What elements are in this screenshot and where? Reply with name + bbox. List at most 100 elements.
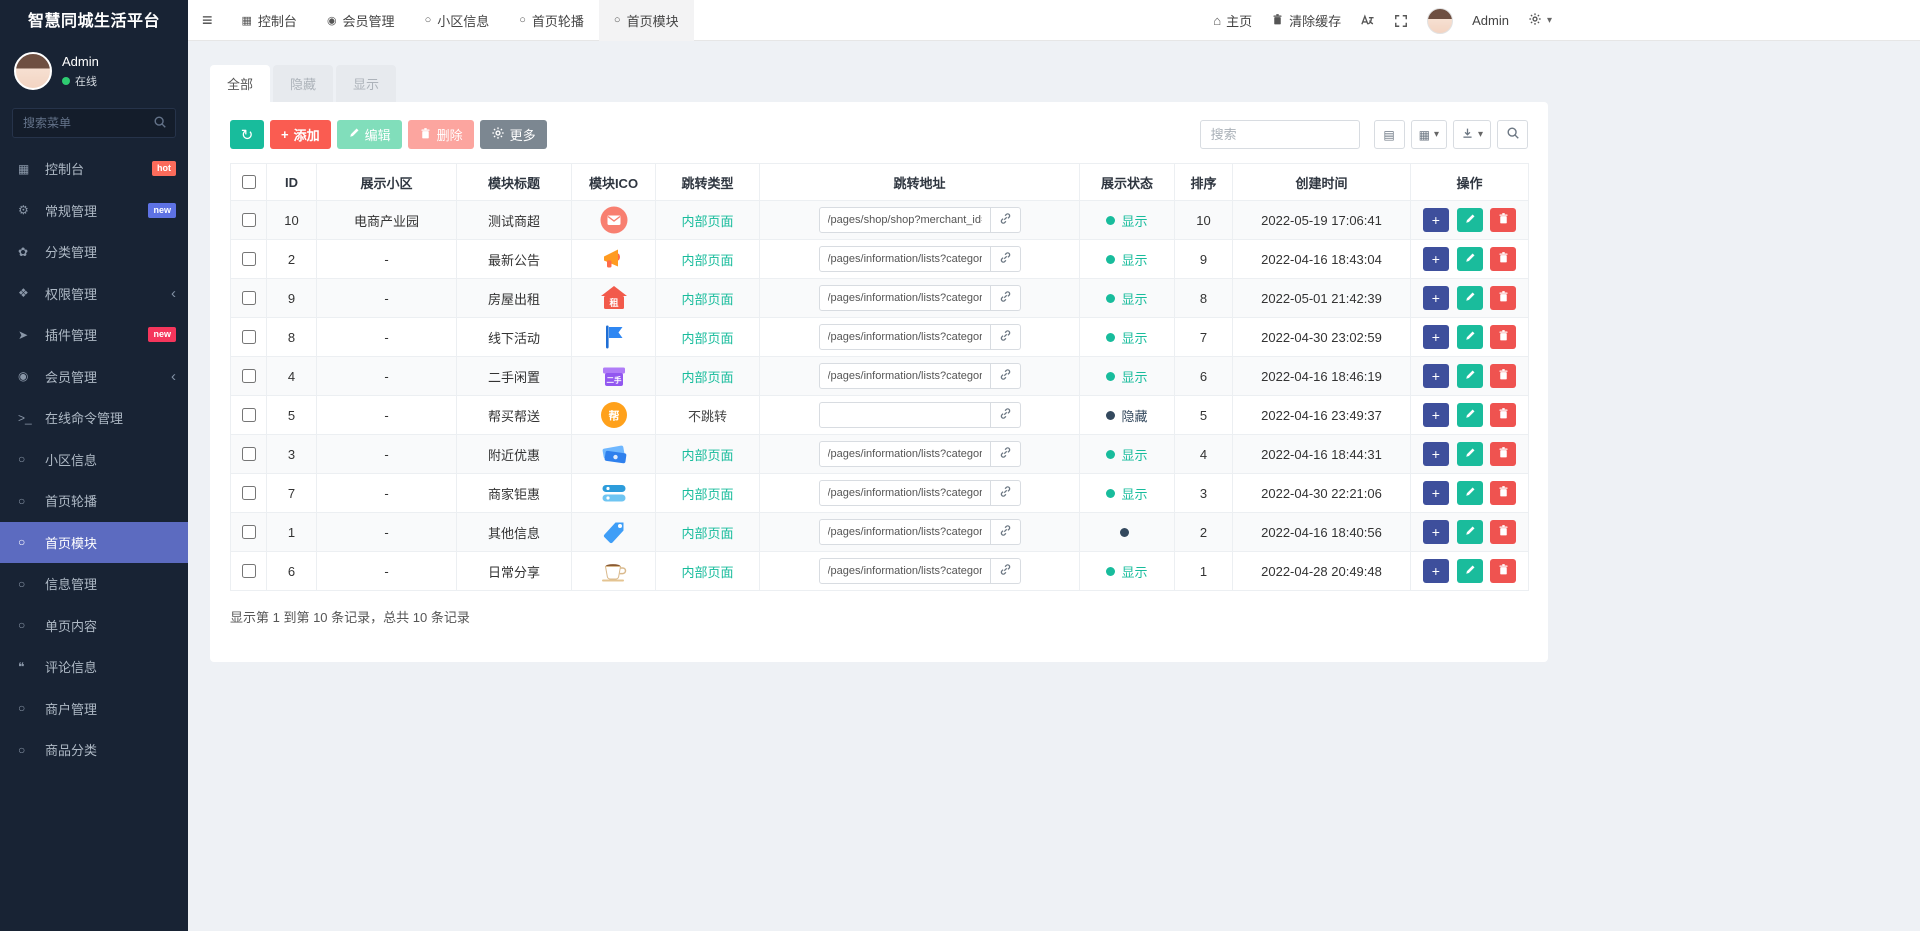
topbar-tab[interactable]: ○ 首页轮播 [504,0,599,41]
refresh-button[interactable]: ↻ [230,120,264,149]
table-row[interactable]: 7 - 商家钜惠 内部页面 显示 3 2022-04-30 22:21:06 + [230,473,1529,513]
export-dropdown-button[interactable]: ▾ [1452,120,1491,149]
row-checkbox[interactable] [242,408,256,422]
column-header[interactable]: 操作 [1410,163,1529,201]
row-delete-button[interactable] [1490,208,1517,232]
search-toggle-button[interactable] [1497,120,1528,149]
sidebar-item[interactable]: ○ 信息管理 [0,563,188,605]
jump-url-input[interactable] [818,519,991,545]
row-edit-button[interactable] [1456,481,1483,505]
edit-button[interactable]: 编辑 [336,120,402,149]
sidebar-item[interactable]: ○ 单页内容 [0,605,188,647]
sidebar-item[interactable]: ○ 商户管理 [0,688,188,730]
row-add-button[interactable]: + [1422,364,1449,388]
row-checkbox[interactable] [242,447,256,461]
jump-url-input[interactable] [818,207,991,233]
row-edit-button[interactable] [1456,364,1483,388]
row-add-button[interactable]: + [1422,247,1449,271]
link-button[interactable] [990,558,1021,584]
column-header[interactable]: 展示状态 [1079,163,1175,201]
column-header[interactable]: 模块标题 [456,163,572,201]
sidebar-item[interactable]: ⚙ 常规管理 new [0,190,188,232]
sidebar-item[interactable]: ○ 首页轮播 [0,480,188,522]
column-header[interactable]: 跳转地址 [759,163,1080,201]
jump-url-input[interactable] [818,246,991,272]
jump-url-input[interactable] [818,480,991,506]
row-checkbox[interactable] [242,252,256,266]
delete-button[interactable]: 删除 [407,120,474,149]
table-row[interactable]: 1 - 其他信息 内部页面 2 2022-04-16 18:40:56 + [230,512,1529,552]
sidebar-item[interactable]: ➤ 插件管理 new [0,314,188,356]
more-button[interactable]: 更多 [479,120,547,149]
filter-tab[interactable]: 全部 [210,65,271,102]
link-button[interactable] [990,285,1021,311]
fullscreen-icon[interactable] [1394,14,1408,28]
jump-url-input[interactable] [818,324,991,350]
column-header[interactable]: 创建时间 [1232,163,1411,201]
row-checkbox[interactable] [242,564,256,578]
row-delete-button[interactable] [1490,286,1517,310]
link-button[interactable] [990,441,1021,467]
row-delete-button[interactable] [1490,364,1517,388]
jump-url-input[interactable] [818,558,991,584]
table-row[interactable]: 9 - 房屋出租 租 内部页面 显示 8 2022-05-01 21:42:39… [230,278,1529,318]
table-row[interactable]: 5 - 帮买帮送 帮 不跳转 隐藏 5 2022-04-16 23:49:37 … [230,395,1529,435]
link-button[interactable] [990,207,1021,233]
filter-tab[interactable]: 隐藏 [273,65,334,102]
link-button[interactable] [990,402,1021,428]
table-row[interactable]: 8 - 线下活动 内部页面 显示 7 2022-04-30 23:02:59 + [230,317,1529,357]
row-checkbox[interactable] [242,369,256,383]
add-button[interactable]: + 添加 [270,120,331,149]
row-checkbox[interactable] [242,486,256,500]
column-header[interactable]: 排序 [1174,163,1233,201]
topbar-username[interactable]: Admin [1472,13,1509,28]
row-delete-button[interactable] [1490,442,1517,466]
sidebar-item[interactable]: ❖ 权限管理 ‹ [0,273,188,315]
row-delete-button[interactable] [1490,520,1517,544]
row-edit-button[interactable] [1456,247,1483,271]
link-button[interactable] [990,246,1021,272]
table-row[interactable]: 10 电商产业园 测试商超 内部页面 显示 10 2022-05-19 17:0… [230,200,1529,240]
table-row[interactable]: 3 - 附近优惠 内部页面 显示 4 2022-04-16 18:44:31 + [230,434,1529,474]
settings-gear-icon[interactable]: ▾ [1528,12,1552,29]
row-add-button[interactable]: + [1422,520,1449,544]
row-delete-button[interactable] [1490,403,1517,427]
topbar-tab[interactable]: ▦ 控制台 [227,0,312,41]
row-checkbox[interactable] [242,213,256,227]
sidebar-item[interactable]: >_ 在线命令管理 [0,397,188,439]
columns-dropdown-button[interactable]: ▦ ▾ [1410,120,1447,149]
row-delete-button[interactable] [1490,559,1517,583]
table-row[interactable]: 6 - 日常分享 内部页面 显示 1 2022-04-28 20:49:48 + [230,551,1529,591]
language-icon[interactable] [1360,13,1375,28]
user-avatar[interactable] [14,52,52,90]
table-search-input[interactable] [1199,120,1360,149]
link-button[interactable] [990,324,1021,350]
column-header[interactable]: 跳转类型 [655,163,760,201]
column-header[interactable]: 模块ICO [571,163,656,201]
row-add-button[interactable]: + [1422,325,1449,349]
row-edit-button[interactable] [1456,208,1483,232]
column-header[interactable]: ID [266,163,317,201]
row-edit-button[interactable] [1456,286,1483,310]
sidebar-item[interactable]: ○ 首页模块 [0,521,188,563]
filter-tab[interactable]: 显示 [336,65,397,102]
sidebar-item[interactable]: ◉ 会员管理 ‹ [0,356,188,398]
row-edit-button[interactable] [1456,559,1483,583]
row-add-button[interactable]: + [1422,442,1449,466]
sidebar-item[interactable]: ✿ 分类管理 [0,231,188,273]
column-header[interactable]: 展示小区 [316,163,457,201]
topbar-tab[interactable]: ◉ 会员管理 [312,0,410,41]
jump-url-input[interactable] [818,363,991,389]
link-button[interactable] [990,519,1021,545]
row-delete-button[interactable] [1490,481,1517,505]
sidebar-item[interactable]: ▦ 控制台 hot [0,148,188,190]
row-checkbox[interactable] [242,330,256,344]
row-add-button[interactable]: + [1422,481,1449,505]
jump-url-input[interactable] [818,285,991,311]
row-edit-button[interactable] [1456,520,1483,544]
jump-url-input[interactable] [818,441,991,467]
row-delete-button[interactable] [1490,247,1517,271]
link-button[interactable] [990,480,1021,506]
hamburger-menu-icon[interactable]: ≡ [188,10,227,31]
row-add-button[interactable]: + [1422,208,1449,232]
